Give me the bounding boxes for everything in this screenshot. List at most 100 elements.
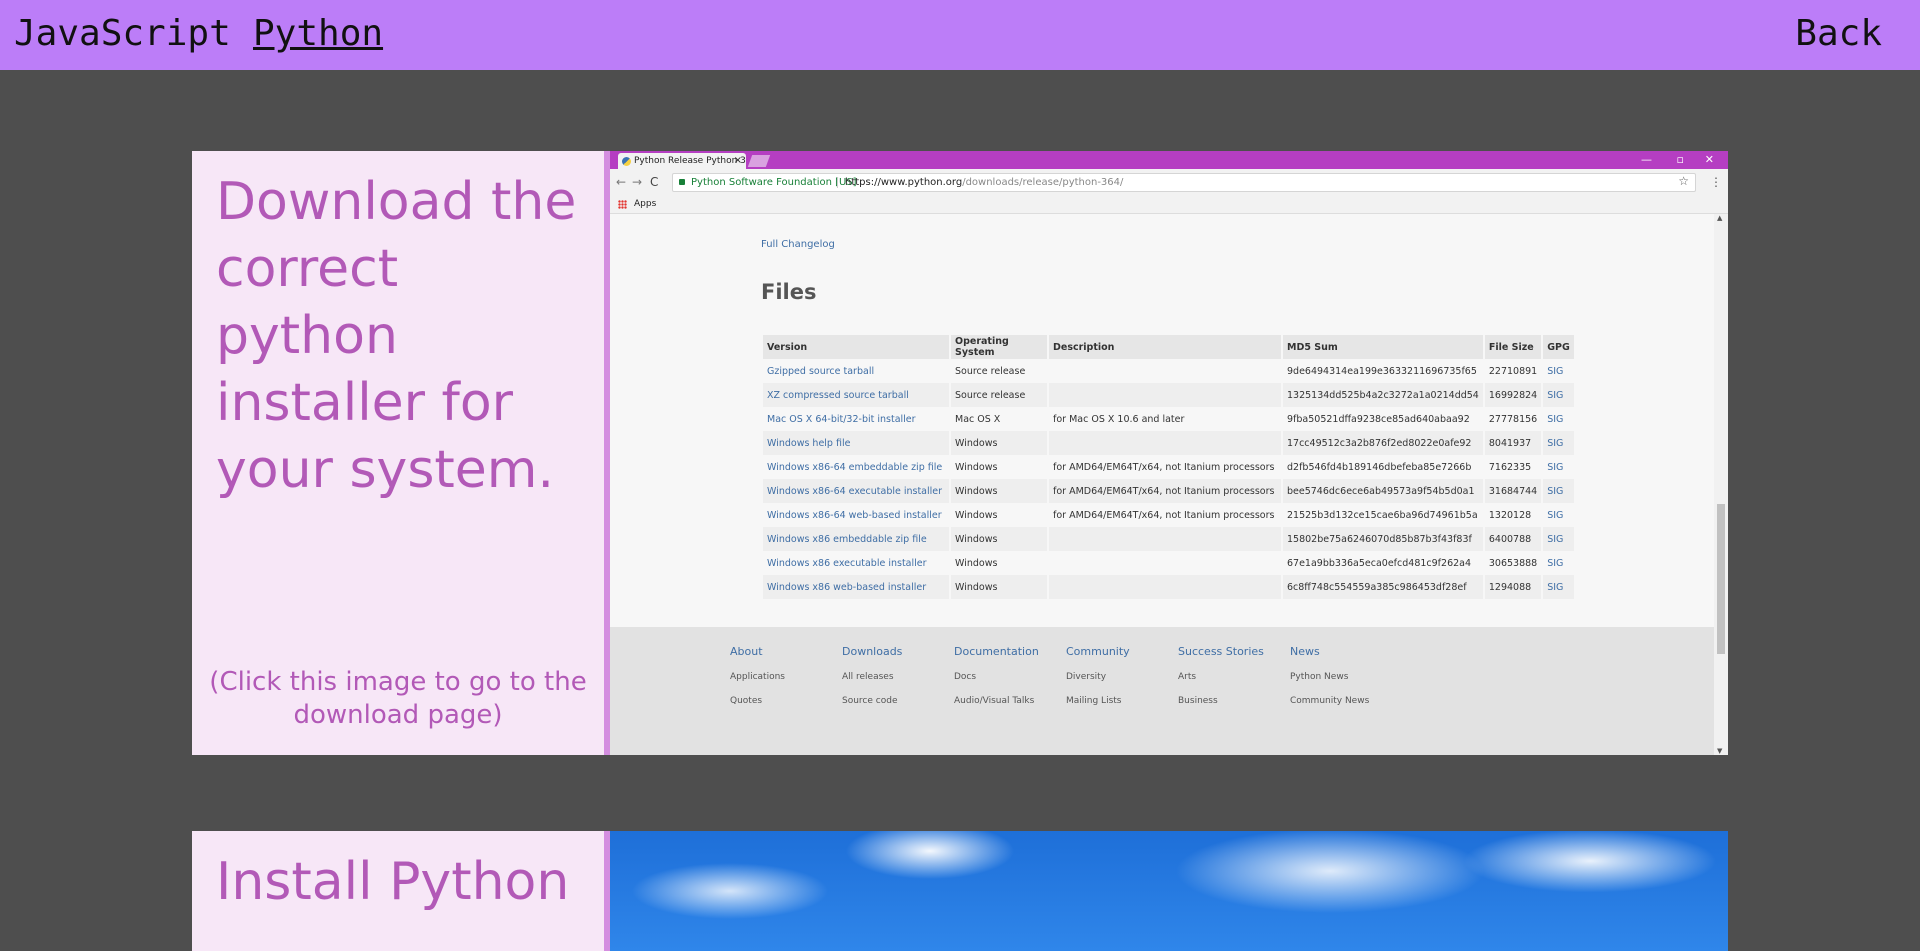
description-cell <box>1049 527 1281 551</box>
os-cell: Source release <box>951 359 1047 383</box>
footer-link: Business <box>1178 696 1218 706</box>
gpg-cell: SIG <box>1543 551 1574 575</box>
table-row: Windows x86-64 embeddable zip file Window… <box>763 455 1574 479</box>
size-cell: 30653888 <box>1484 551 1542 575</box>
file-download-link: Gzipped source tarball <box>767 365 875 377</box>
scroll-down-icon: ▼ <box>1717 747 1723 755</box>
forward-arrow-icon: → <box>632 175 643 189</box>
version-cell: Windows x86-64 executable installer <box>763 479 949 503</box>
gpg-cell: SIG <box>1543 503 1574 527</box>
version-cell: Mac OS X 64-bit/32-bit installer <box>763 407 949 431</box>
gpg-signature-link: SIG <box>1547 557 1564 569</box>
version-cell: Windows x86-64 embeddable zip file <box>763 455 949 479</box>
gpg-cell: SIG <box>1543 527 1574 551</box>
footer-link: Arts <box>1178 672 1197 682</box>
step-heading: Install Python <box>216 852 570 912</box>
bookmarks-bar: Apps <box>610 196 1728 214</box>
table-row: Windows x86-64 web-based installer Window… <box>763 503 1574 527</box>
gpg-cell: SIG <box>1543 455 1574 479</box>
os-cell: Windows <box>951 455 1047 479</box>
new-tab-icon <box>747 155 771 167</box>
step-description-panel: Install Python <box>192 831 610 951</box>
site-footer: About Applications Quotes Downloads All rele… <box>610 627 1714 755</box>
description-cell <box>1049 431 1281 455</box>
os-cell: Mac OS X <box>951 407 1047 431</box>
footer-column: Community Diversity Mailing Lists <box>1066 645 1130 720</box>
footer-heading: Documentation <box>954 645 1039 658</box>
url-path: /downloads/release/python-364/ <box>962 177 1124 188</box>
footer-link: All releases <box>842 672 894 682</box>
size-cell: 27778156 <box>1484 407 1542 431</box>
version-cell: Windows x86-64 web-based installer <box>763 503 949 527</box>
file-download-link: Windows x86 embeddable zip file <box>767 533 927 545</box>
footer-column: Downloads All releases Source code <box>842 645 902 720</box>
footer-heading: About <box>730 645 763 658</box>
url-text: https://www.python.org/downloads/release… <box>845 174 1123 191</box>
gpg-signature-link: SIG <box>1547 533 1564 545</box>
table-header-row: Version Operating System Description MD5… <box>763 335 1574 359</box>
description-cell: for AMD64/EM64T/x64, not Itanium process… <box>1049 455 1281 479</box>
apps-bookmark: Apps <box>634 199 657 209</box>
table-row: Windows x86 web-based installer Windows 6c… <box>763 575 1574 599</box>
footer-column: Documentation Docs Audio/Visual Talks <box>954 645 1039 720</box>
footer-column: Success Stories Arts Business <box>1178 645 1264 720</box>
top-nav: JavaScript Python Back <box>0 0 1920 70</box>
step-hint: (Click this image to go to the download … <box>209 667 587 730</box>
file-download-link: Windows help file <box>767 437 851 449</box>
gpg-signature-link: SIG <box>1547 365 1564 377</box>
version-cell: Windows x86 embeddable zip file <box>763 527 949 551</box>
column-header: Operating System <box>951 335 1047 359</box>
file-download-link: Windows x86 executable installer <box>767 557 927 569</box>
file-download-link: XZ compressed source tarball <box>767 389 909 401</box>
column-header: Version <box>763 335 949 359</box>
size-cell: 6400788 <box>1484 527 1542 551</box>
footer-link: Docs <box>954 672 977 682</box>
os-cell: Windows <box>951 479 1047 503</box>
gpg-cell: SIG <box>1543 575 1574 599</box>
reload-icon: C <box>650 175 659 189</box>
tab-title: Python Release Python 3 <box>634 156 746 166</box>
description-cell: for AMD64/EM64T/x64, not Itanium process… <box>1049 479 1281 503</box>
description-cell <box>1049 551 1281 575</box>
column-header: MD5 Sum <box>1283 335 1483 359</box>
footer-heading: Success Stories <box>1178 645 1264 658</box>
web-page-content: Full Changelog Files Version Operating S… <box>610 214 1714 755</box>
table-row: Windows x86-64 executable installer Windo… <box>763 479 1574 503</box>
size-cell: 16992824 <box>1484 383 1542 407</box>
nav-python-link[interactable]: Python <box>253 12 383 56</box>
size-cell: 7162335 <box>1484 455 1542 479</box>
version-cell: XZ compressed source tarball <box>763 383 949 407</box>
footer-heading: Community <box>1066 645 1130 658</box>
files-table: Version Operating System Description MD5… <box>761 335 1576 599</box>
size-cell: 8041937 <box>1484 431 1542 455</box>
footer-link: Applications <box>730 672 785 682</box>
python-favicon-icon <box>622 157 631 166</box>
step-card-install: Install Python <box>192 831 1728 951</box>
footer-link: Python News <box>1290 672 1349 682</box>
apps-grid-icon <box>618 200 627 209</box>
gpg-signature-link: SIG <box>1547 509 1564 521</box>
file-download-link: Windows x86-64 web-based installer <box>767 509 942 521</box>
files-heading: Files <box>761 280 817 304</box>
footer-link: Mailing Lists <box>1066 696 1122 706</box>
nav-javascript-link[interactable]: JavaScript <box>14 12 231 56</box>
tab-close-icon: × <box>733 155 742 166</box>
download-page-screenshot-link[interactable]: Python Release Python 3 × — ▫ ✕ ← → C Py… <box>610 151 1728 755</box>
step-heading: Download the correct python installer fo… <box>216 172 577 500</box>
nav-back-link[interactable]: Back <box>1795 12 1882 56</box>
md5-cell: 9fba50521dffa9238ce85ad640abaa92 <box>1283 407 1483 431</box>
gpg-cell: SIG <box>1543 407 1574 431</box>
footer-link: Source code <box>842 696 898 706</box>
gpg-cell: SIG <box>1543 359 1574 383</box>
gpg-cell: SIG <box>1543 479 1574 503</box>
gpg-signature-link: SIG <box>1547 461 1564 473</box>
file-download-link: Windows x86-64 embeddable zip file <box>767 461 943 473</box>
md5-cell: 9de6494314ea199e3633211696735f65 <box>1283 359 1483 383</box>
scroll-up-icon: ▲ <box>1717 214 1723 222</box>
size-cell: 1320128 <box>1484 503 1542 527</box>
gpg-signature-link: SIG <box>1547 389 1564 401</box>
install-screenshot-image[interactable] <box>610 831 1728 951</box>
footer-heading: News <box>1290 645 1320 658</box>
table-row: Windows help file Windows 17cc49512c3a2b87… <box>763 431 1574 455</box>
version-cell: Windows help file <box>763 431 949 455</box>
